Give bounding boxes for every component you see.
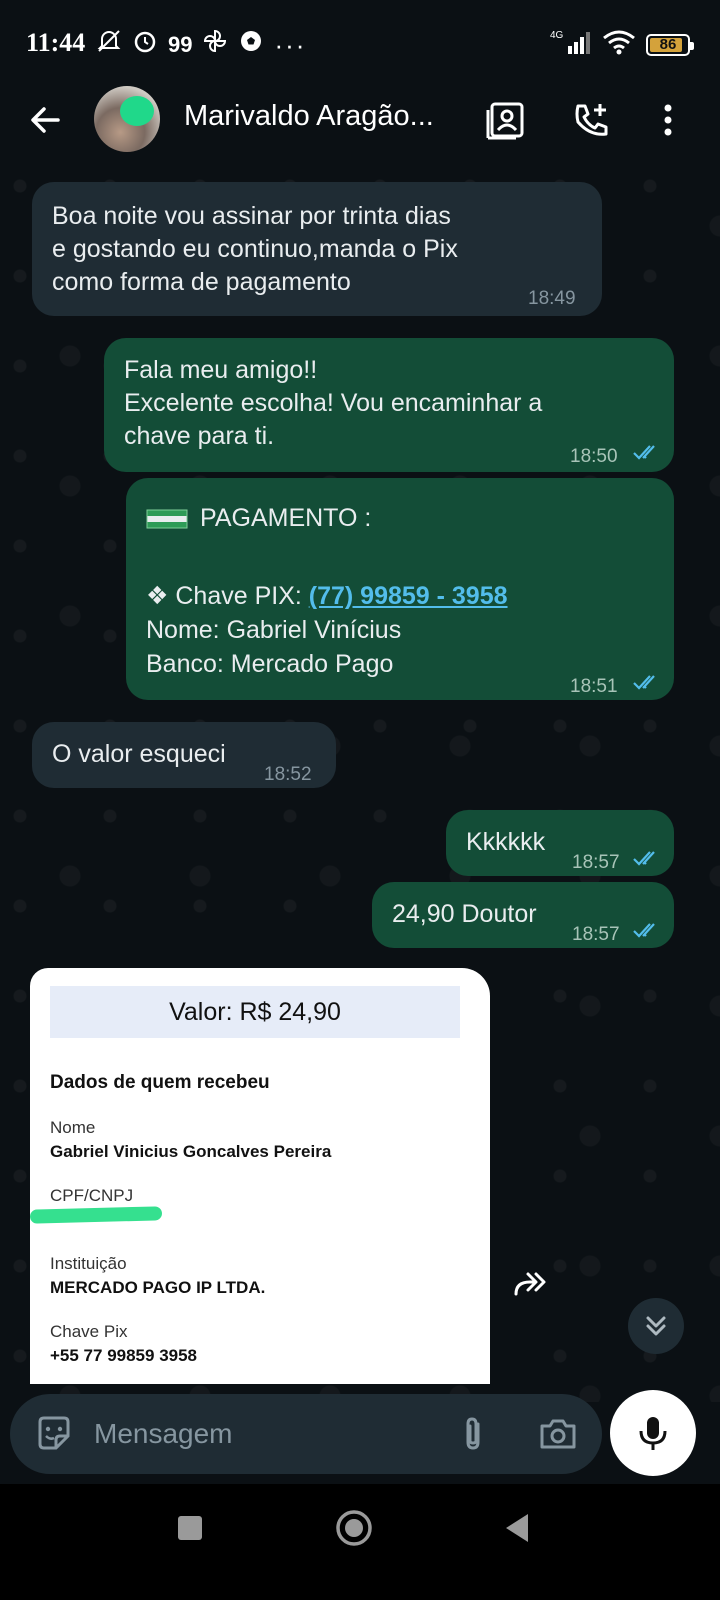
status-notification-icons: 99 ··· <box>96 28 306 61</box>
sticker-icon <box>38 1416 70 1450</box>
payment-nome: Nome: Gabriel Vinícius <box>146 616 402 644</box>
arrow-left-icon <box>31 107 60 133</box>
read-ticks-icon <box>633 445 655 460</box>
camera-icon <box>540 1419 576 1449</box>
status-bar: 11:44 99 ··· 4G 86 <box>0 0 720 80</box>
banknote-icon <box>146 509 188 528</box>
redaction-highlight <box>29 1206 163 1224</box>
mute-icon <box>96 28 122 61</box>
circle-home-icon <box>336 1510 372 1546</box>
message-composer <box>10 1394 602 1474</box>
pinwheel-icon <box>202 28 228 61</box>
battery-icon: 86 <box>646 33 694 56</box>
video-call-button[interactable] <box>484 98 528 142</box>
message-text: Boa noite vou assinar por trinta dias e … <box>52 202 458 296</box>
battery-level: 86 <box>659 36 677 53</box>
message-incoming[interactable]: Boa noite vou assinar por trinta dias e … <box>32 182 602 316</box>
read-ticks-icon <box>633 675 655 690</box>
pix-key-link[interactable]: (77) 99859 - 3958 <box>309 582 508 610</box>
cellular-signal-icon: 4G <box>550 28 592 61</box>
system-navigation-bar <box>0 1484 720 1600</box>
avatar[interactable] <box>94 86 160 152</box>
recents-button[interactable] <box>170 1508 210 1548</box>
network-type-label: 4G <box>550 30 564 41</box>
receipt-nome-value: Gabriel Vinicius Goncalves Pereira <box>50 1142 332 1161</box>
payment-title: PAGAMENTO : <box>200 504 372 532</box>
read-ticks-icon <box>633 851 655 866</box>
message-time: 18:50 <box>570 446 618 467</box>
receipt-image-message[interactable]: Valor: R$ 24,90 Dados de quem recebeu No… <box>29 968 490 1384</box>
message-text: Fala meu amigo!! Excelente escolha! Vou … <box>124 356 543 450</box>
message-text: O valor esqueci <box>52 740 226 768</box>
receipt-chave-label: Chave Pix <box>50 1322 128 1341</box>
home-button[interactable] <box>334 1508 374 1548</box>
chat-area[interactable]: Boa noite vou assinar por trinta dias e … <box>0 166 720 1402</box>
pix-key-row: ❖ Chave PIX: (77) 99859 - 3958 <box>146 580 508 613</box>
message-time: 18:57 <box>572 924 620 945</box>
camera-button[interactable] <box>538 1414 578 1454</box>
receipt-nome-label: Nome <box>50 1118 96 1137</box>
triangle-back-icon <box>506 1514 528 1542</box>
message-time: 18:52 <box>264 764 312 785</box>
message-incoming[interactable]: O valor esqueci 18:52 <box>32 722 336 788</box>
more-dots-icon: ··· <box>274 29 307 60</box>
chat-header: Marivaldo Aragão... <box>0 80 720 166</box>
square-icon <box>178 1516 202 1540</box>
message-time: 18:49 <box>528 288 576 309</box>
read-ticks-icon <box>633 923 655 938</box>
phone-plus-icon <box>575 104 608 136</box>
scroll-to-bottom-button[interactable] <box>628 1298 684 1354</box>
message-text: 24,90 Doutor <box>392 900 537 928</box>
status-time: 11:44 <box>26 28 86 57</box>
voice-message-button[interactable] <box>610 1390 696 1476</box>
forward-button[interactable] <box>508 1260 556 1308</box>
system-back-button[interactable] <box>498 1508 538 1548</box>
message-outgoing[interactable]: Fala meu amigo!! Excelente escolha! Vou … <box>104 338 674 472</box>
receipt-chave-value: +55 77 99859 3958 <box>50 1346 198 1365</box>
payment-title-row: PAGAMENTO : <box>146 502 371 535</box>
receipt-instituicao-value: MERCADO PAGO IP LTDA. <box>50 1278 266 1297</box>
attach-button[interactable] <box>454 1414 494 1454</box>
pix-key-label: ❖ Chave PIX: <box>146 582 309 610</box>
avatar-redaction <box>120 96 154 126</box>
message-time: 18:51 <box>570 676 618 697</box>
receipt-heading: Dados de quem recebeu <box>50 1072 270 1093</box>
sticker-button[interactable] <box>34 1414 74 1454</box>
back-button[interactable] <box>24 98 68 142</box>
paperclip-icon <box>466 1417 480 1450</box>
contact-card-icon <box>486 102 524 140</box>
forward-arrows-icon <box>514 1272 546 1296</box>
message-outgoing[interactable]: 24,90 Doutor 18:57 <box>372 882 674 948</box>
contact-name[interactable]: Marivaldo Aragão... <box>184 100 464 133</box>
soccer-icon <box>238 28 264 61</box>
message-input[interactable] <box>94 1416 424 1452</box>
more-options-button[interactable] <box>646 98 690 142</box>
double-chevron-down-icon <box>646 1316 666 1336</box>
app-99-icon: 99 <box>168 31 193 57</box>
add-call-button[interactable] <box>570 98 614 142</box>
status-system-icons: 4G 86 <box>550 28 694 61</box>
receipt-instituicao-label: Instituição <box>50 1254 127 1273</box>
message-time: 18:57 <box>572 852 620 873</box>
payment-banco: Banco: Mercado Pago <box>146 650 394 678</box>
kebab-menu-icon <box>664 104 672 136</box>
message-outgoing-payment[interactable]: PAGAMENTO : ❖ Chave PIX: (77) 99859 - 39… <box>126 478 674 700</box>
message-text: Kkkkkk <box>466 828 546 856</box>
receipt-cpf-label: CPF/CNPJ <box>50 1186 134 1205</box>
message-outgoing[interactable]: Kkkkkk 18:57 <box>446 810 674 876</box>
wifi-icon <box>602 28 636 61</box>
receipt-valor: Valor: R$ 24,90 <box>50 986 460 1038</box>
microphone-icon <box>639 1417 667 1450</box>
alarm-icon <box>132 28 158 61</box>
